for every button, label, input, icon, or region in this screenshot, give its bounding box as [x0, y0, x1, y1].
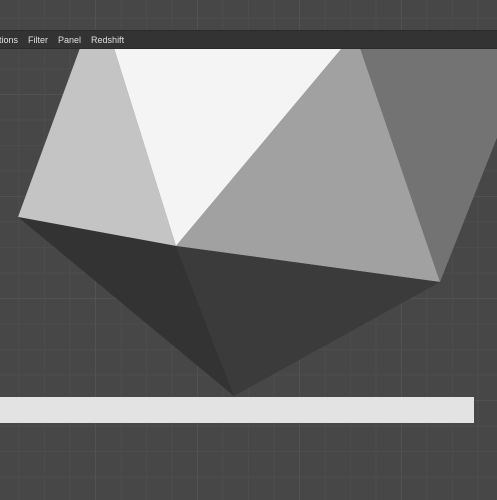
bottom-bar[interactable] [0, 397, 474, 423]
menu-item-panel[interactable]: Panel [53, 35, 86, 45]
menu-item-redshift[interactable]: Redshift [86, 35, 129, 45]
menu-item-filter[interactable]: Filter [23, 35, 53, 45]
viewport-3d[interactable] [0, 0, 497, 500]
menu-item-functions[interactable]: tions [0, 35, 23, 45]
menu-bar: tions Filter Panel Redshift [0, 30, 497, 49]
polyhedron-mesh[interactable] [0, 0, 497, 500]
